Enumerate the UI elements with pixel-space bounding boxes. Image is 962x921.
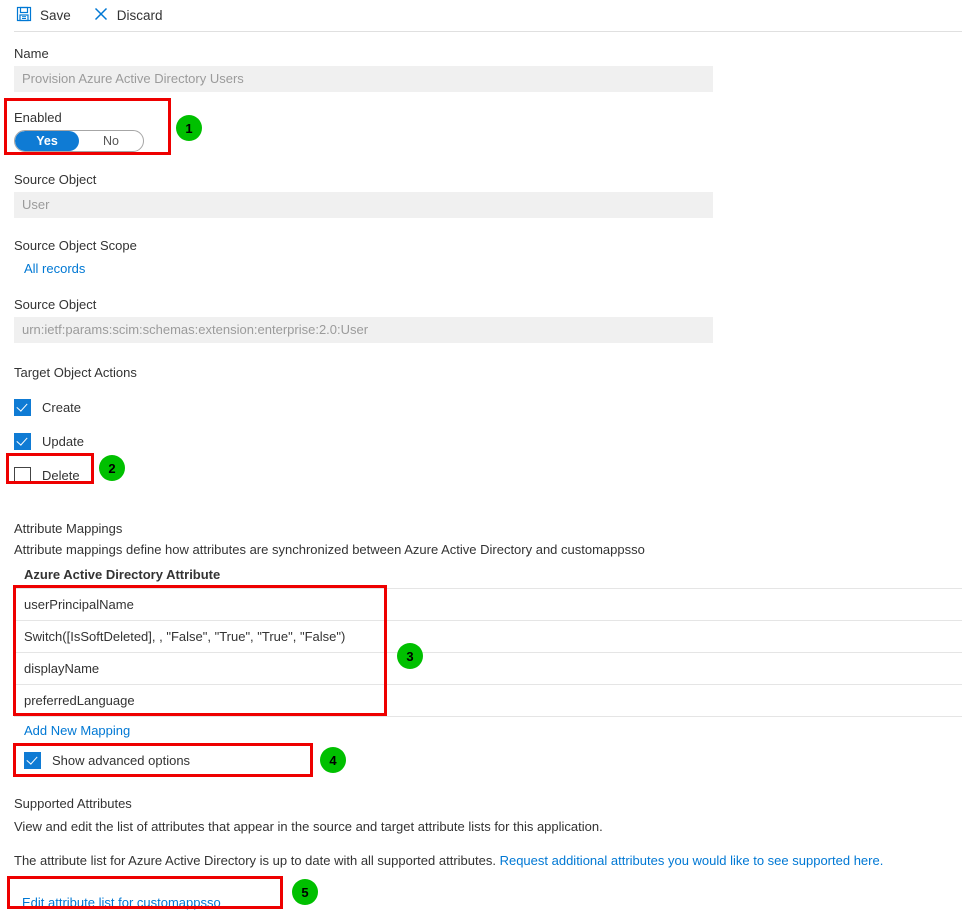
table-row[interactable]: userPrincipalName: [14, 589, 962, 621]
toggle-option-no[interactable]: No: [79, 131, 143, 151]
checkbox-delete-box[interactable]: [14, 467, 31, 484]
checkbox-update-box[interactable]: [14, 433, 31, 450]
save-label: Save: [40, 7, 71, 23]
add-new-mapping-link[interactable]: Add New Mapping: [24, 723, 130, 738]
source-object-input[interactable]: User: [14, 192, 713, 218]
supported-attributes-title: Supported Attributes: [14, 796, 132, 811]
discard-button[interactable]: Discard: [93, 6, 163, 25]
enabled-toggle[interactable]: Yes No: [14, 130, 144, 152]
request-attributes-link[interactable]: Request additional attributes you would …: [500, 853, 884, 868]
source-object-label: Source Object: [14, 172, 97, 187]
supported-attributes-description: View and edit the list of attributes tha…: [14, 819, 603, 834]
attribute-mappings-description: Attribute mappings define how attributes…: [14, 542, 645, 557]
source-object-scope-link[interactable]: All records: [24, 261, 85, 276]
source-object-schema-label: Source Object: [14, 297, 97, 312]
attribute-mappings-title: Attribute Mappings: [14, 521, 123, 536]
checkbox-delete[interactable]: Delete: [14, 467, 962, 484]
table-row[interactable]: preferredLanguage: [14, 685, 962, 717]
checkbox-create-label: Create: [42, 400, 82, 415]
checkbox-update-label: Update: [42, 434, 84, 449]
provisioning-form: Name Provision Azure Active Directory Us…: [0, 32, 962, 921]
discard-label: Discard: [116, 7, 163, 23]
checkbox-update[interactable]: Update: [14, 433, 962, 450]
source-object-schema-input[interactable]: urn:ietf:params:scim:schemas:extension:e…: [14, 317, 713, 343]
checkbox-create[interactable]: Create: [14, 399, 962, 416]
close-icon: [93, 6, 109, 25]
edit-attribute-list-link[interactable]: Edit attribute list for customappsso: [22, 895, 221, 910]
enabled-label: Enabled: [14, 110, 62, 125]
source-object-scope-label: Source Object Scope: [14, 238, 137, 253]
checkbox-create-box[interactable]: [14, 399, 31, 416]
table-row[interactable]: displayName: [14, 653, 962, 685]
name-input[interactable]: Provision Azure Active Directory Users: [14, 66, 713, 92]
checkbox-delete-label: Delete: [42, 468, 80, 483]
table-row[interactable]: Switch([IsSoftDeleted], , "False", "True…: [14, 621, 962, 653]
command-toolbar: Save Discard: [0, 0, 962, 30]
attribute-mappings-table: userPrincipalName Switch([IsSoftDeleted]…: [14, 588, 962, 717]
attribute-column-header: Azure Active Directory Attribute: [24, 567, 221, 582]
checkbox-show-advanced-label: Show advanced options: [52, 753, 191, 768]
checkbox-show-advanced-box[interactable]: [24, 752, 41, 769]
toggle-option-yes[interactable]: Yes: [15, 131, 79, 151]
name-label: Name: [14, 46, 49, 61]
supported-attributes-status: The attribute list for Azure Active Dire…: [14, 853, 962, 868]
save-button[interactable]: Save: [16, 6, 71, 25]
status-text: The attribute list for Azure Active Dire…: [14, 853, 496, 868]
save-icon: [16, 6, 32, 25]
target-object-actions-label: Target Object Actions: [14, 365, 137, 380]
checkbox-show-advanced[interactable]: Show advanced options: [24, 752, 962, 769]
